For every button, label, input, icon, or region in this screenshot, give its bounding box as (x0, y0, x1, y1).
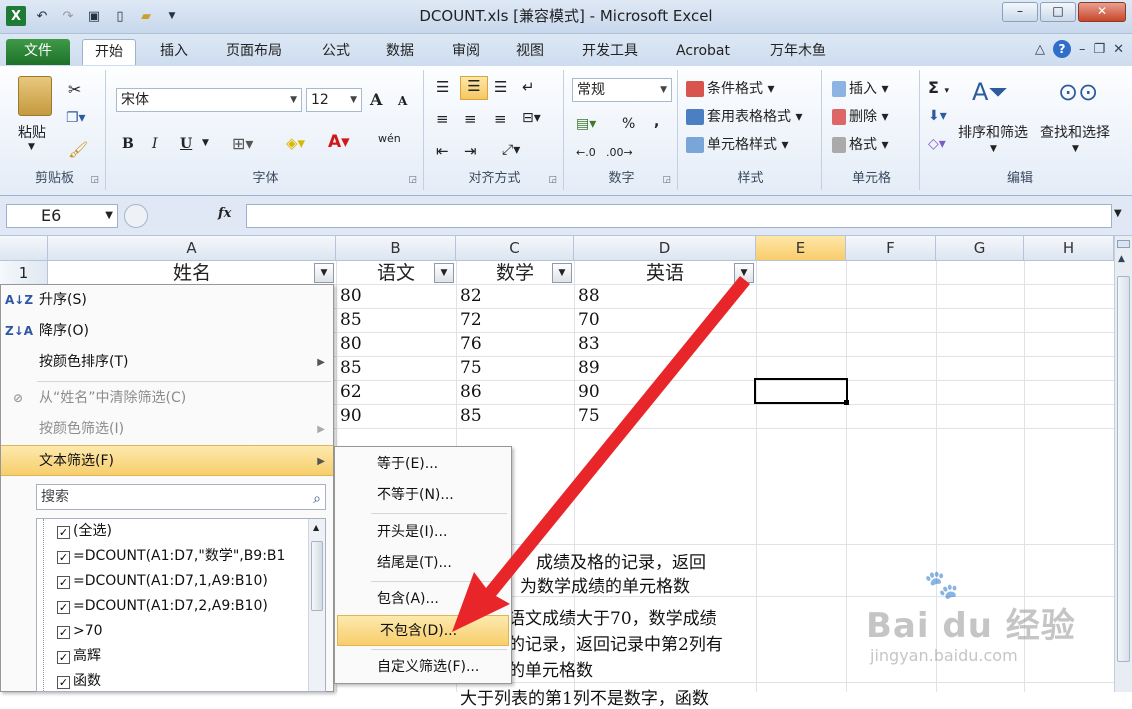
watermark-brand: Bai du 经验 (866, 606, 1076, 646)
paw-logo-icon: 🐾 (924, 568, 959, 601)
arrow-shape (452, 276, 750, 632)
baidu-watermark: 🐾 Bai du 经验 jingyan.baidu.com (866, 568, 1126, 678)
watermark-url: jingyan.baidu.com (870, 646, 1018, 665)
